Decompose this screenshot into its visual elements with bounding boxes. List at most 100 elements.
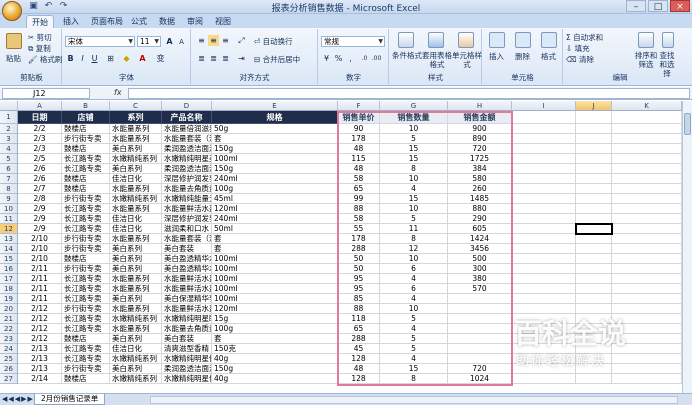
paste-icon[interactable] <box>6 33 22 49</box>
empty-cell[interactable] <box>512 264 576 274</box>
border-icon[interactable]: ⊞ <box>105 53 116 64</box>
empty-cell[interactable] <box>512 214 576 224</box>
decrease-decimal-icon[interactable]: .00 <box>371 53 382 64</box>
paste-button[interactable]: 粘贴 <box>6 53 21 64</box>
formula-input[interactable] <box>128 88 690 99</box>
empty-cell[interactable] <box>512 154 576 164</box>
tab-formulas[interactable]: 公式 <box>126 15 152 28</box>
row-header[interactable]: 27 <box>0 374 18 384</box>
column-header-k[interactable]: K <box>612 101 682 111</box>
table-cell[interactable]: 滋润柔和口水 <box>162 224 212 234</box>
empty-cell[interactable] <box>576 111 612 124</box>
row-header[interactable]: 17 <box>0 274 18 284</box>
table-format-icon[interactable] <box>428 32 444 48</box>
table-cell[interactable]: 水嫩精纯明星修饰乳 <box>162 354 212 364</box>
scroll-thumb[interactable] <box>684 113 691 135</box>
table-cell[interactable]: 长江路专卖 <box>62 204 110 214</box>
table-cell[interactable]: 清爽滋型香精 <box>162 344 212 354</box>
table-cell[interactable]: 柔润盈透洁面泡沫 <box>162 364 212 374</box>
empty-cell[interactable] <box>576 204 612 214</box>
format-cells-button[interactable]: 格式 <box>541 51 556 62</box>
table-cell[interactable]: 2/7 <box>18 184 62 194</box>
align-left-icon[interactable]: ≣ <box>196 53 207 64</box>
table-cell[interactable]: 240ml <box>212 214 338 224</box>
close-button[interactable]: × <box>670 0 690 12</box>
empty-cell[interactable] <box>612 154 682 164</box>
row-header[interactable]: 2 <box>0 124 18 134</box>
table-cell[interactable]: 步行街专卖 <box>62 264 110 274</box>
empty-cell[interactable] <box>612 204 682 214</box>
delete-cells-button[interactable]: 删除 <box>515 51 530 62</box>
fill-color-icon[interactable]: ◆ <box>121 53 132 64</box>
row-header[interactable]: 23 <box>0 334 18 344</box>
conditional-format-icon[interactable] <box>398 32 414 48</box>
font-size-select[interactable]: 11 ▼ <box>137 36 161 47</box>
row-header[interactable]: 16 <box>0 264 18 274</box>
table-cell[interactable]: 水嫩精纯明星眼霜 <box>162 314 212 324</box>
sheet-nav-arrows-icon[interactable]: ◀◀◀▶▶ <box>2 395 34 403</box>
table-cell[interactable]: 美白套装 <box>162 334 212 344</box>
table-cell[interactable]: 40g <box>212 374 338 384</box>
row-header[interactable]: 9 <box>0 194 18 204</box>
table-cell[interactable]: 100ml <box>212 294 338 304</box>
increase-decimal-icon[interactable]: .0 <box>359 53 370 64</box>
table-cell[interactable]: 2/13 <box>18 364 62 374</box>
table-cell[interactable]: 水嫩精纯系列 <box>110 154 162 164</box>
table-cell[interactable]: 美白保湿精华乳液 <box>162 294 212 304</box>
tab-insert[interactable]: 插入 <box>58 15 84 28</box>
sheet-tab-feb-sales[interactable]: 2月份销售记录单 <box>34 394 106 405</box>
table-cell[interactable]: 水能量系列 <box>110 324 162 334</box>
empty-cell[interactable] <box>512 274 576 284</box>
table-cell[interactable]: 美白系列 <box>110 244 162 254</box>
table-cell[interactable]: 长江路专卖 <box>62 344 110 354</box>
table-cell[interactable]: 水能量系列 <box>110 134 162 144</box>
empty-cell[interactable] <box>576 134 612 144</box>
table-cell[interactable]: 鼓楼店 <box>62 374 110 384</box>
maximize-button[interactable]: □ <box>648 0 668 12</box>
empty-cell[interactable] <box>612 194 682 204</box>
row-header[interactable]: 22 <box>0 324 18 334</box>
align-top-icon[interactable]: ≡ <box>196 35 207 46</box>
column-header-j[interactable]: J <box>576 101 612 111</box>
table-cell[interactable]: 鼓楼店 <box>62 184 110 194</box>
table-cell[interactable]: 2/10 <box>18 254 62 264</box>
table-cell[interactable]: 15g <box>212 314 338 324</box>
table-cell[interactable]: 2/3 <box>18 144 62 154</box>
table-cell[interactable]: 长江路专卖 <box>62 214 110 224</box>
table-cell[interactable]: 水能量鲜活水盈乳液 <box>162 284 212 294</box>
italic-button[interactable]: I <box>77 53 88 64</box>
table-cell[interactable]: 鼓楼店 <box>62 254 110 264</box>
column-header-g[interactable]: G <box>380 101 448 111</box>
table-cell[interactable]: 100ml <box>212 264 338 274</box>
table-cell[interactable]: 2/13 <box>18 354 62 364</box>
empty-cell[interactable] <box>576 194 612 204</box>
empty-cell[interactable] <box>576 244 612 254</box>
table-cell[interactable]: 水嫩精纯系列 <box>110 374 162 384</box>
office-button[interactable] <box>2 1 22 21</box>
table-cell[interactable]: 步行街专卖 <box>62 194 110 204</box>
column-header-c[interactable]: C <box>110 101 162 111</box>
empty-cell[interactable] <box>576 284 612 294</box>
table-cell[interactable]: 长江路专卖 <box>62 314 110 324</box>
empty-cell[interactable] <box>512 294 576 304</box>
table-cell[interactable]: 水能量套装（洁面+水+乳） <box>162 234 212 244</box>
align-middle-icon[interactable]: ≡ <box>208 35 219 46</box>
empty-cell[interactable] <box>576 294 612 304</box>
copy-button[interactable]: ⧉ 复制 <box>28 43 51 54</box>
delete-cells-icon[interactable] <box>515 32 531 48</box>
number-format-select[interactable]: 常规 ▼ <box>321 36 385 47</box>
empty-cell[interactable] <box>612 244 682 254</box>
table-cell[interactable]: 2/8 <box>18 194 62 204</box>
table-cell[interactable]: 美白系列 <box>110 364 162 374</box>
currency-icon[interactable]: ¥ <box>321 53 332 64</box>
table-cell[interactable]: 套 <box>212 244 338 254</box>
empty-cell[interactable] <box>512 284 576 294</box>
row-header[interactable]: 25 <box>0 354 18 364</box>
table-cell[interactable]: 美白系列 <box>110 254 162 264</box>
table-cell[interactable]: 美白系列 <box>110 334 162 344</box>
empty-cell[interactable] <box>612 124 682 134</box>
active-cell-j12[interactable] <box>575 223 613 235</box>
table-cell[interactable]: 套 <box>212 334 338 344</box>
table-cell[interactable]: 深层修护润发乳 <box>162 174 212 184</box>
table-cell[interactable]: 美白盈透精华水 <box>162 264 212 274</box>
